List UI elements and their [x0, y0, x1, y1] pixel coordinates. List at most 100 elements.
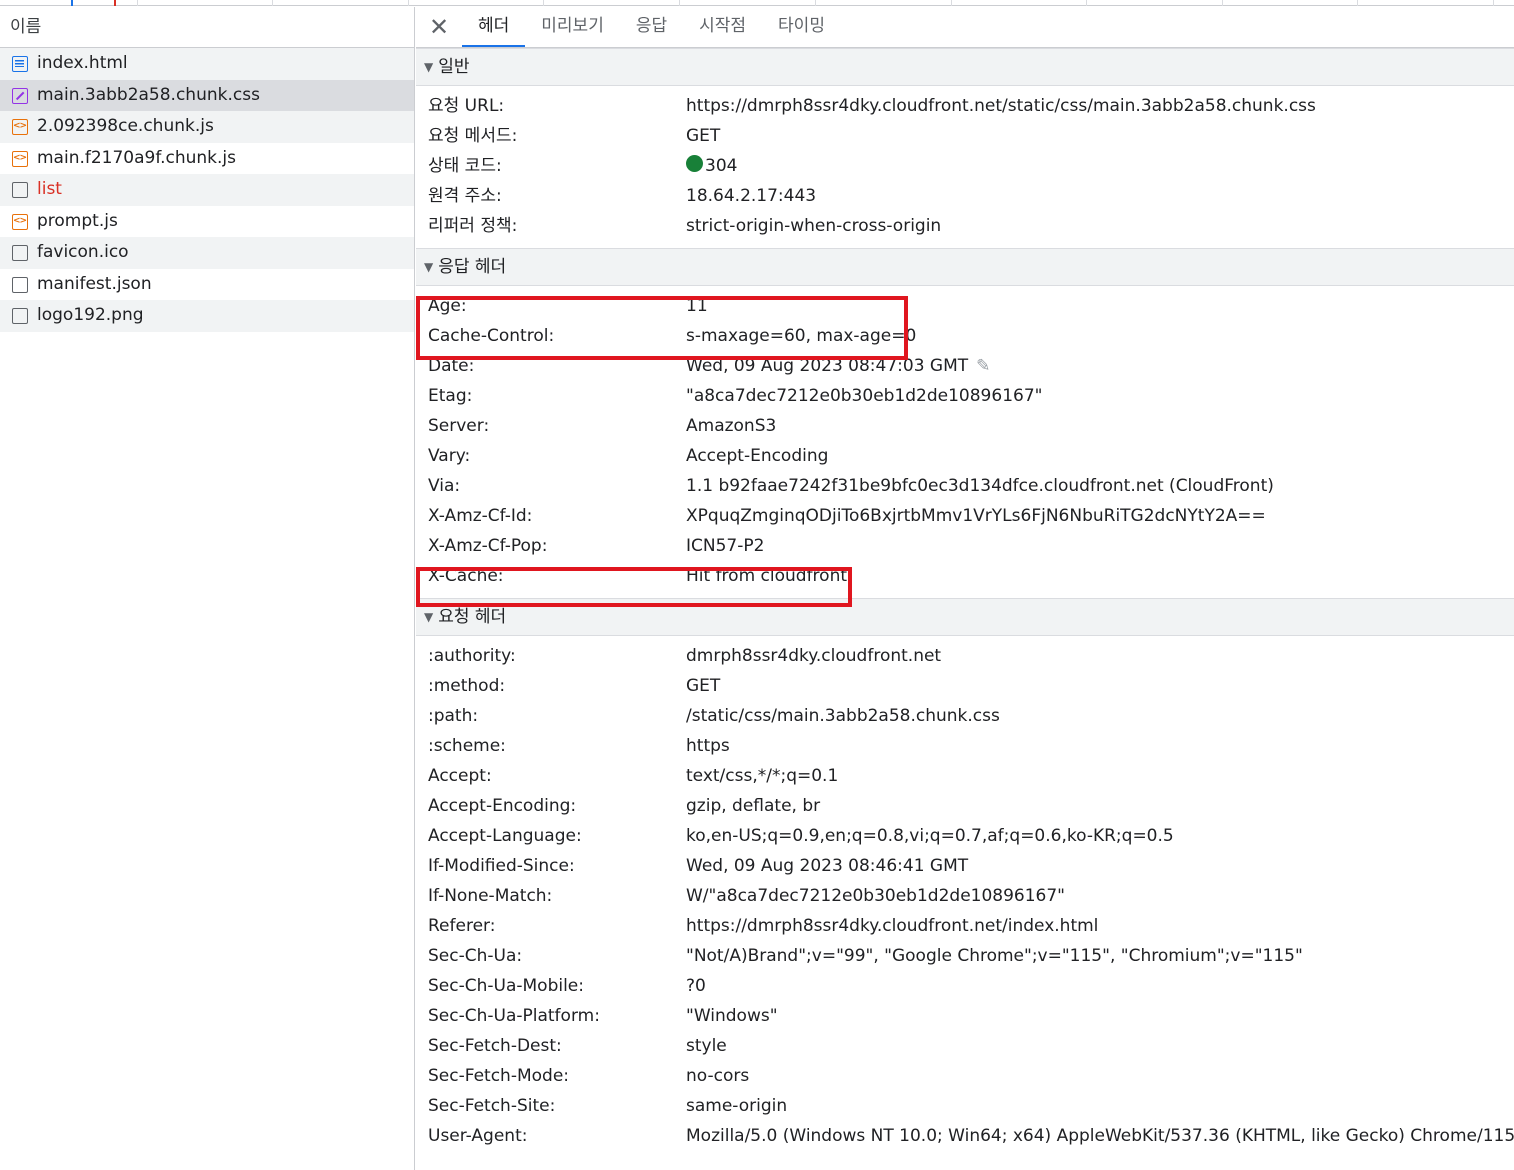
request-row[interactable]: prompt.js — [0, 206, 414, 238]
header-row: Sec-Fetch-Mode: no-cors — [416, 1061, 1514, 1091]
tab-preview[interactable]: 미리보기 — [525, 7, 620, 47]
request-name: main.3abb2a58.chunk.css — [37, 84, 260, 105]
header-value[interactable]: GET — [686, 671, 720, 701]
tab-response[interactable]: 응답 — [620, 7, 683, 47]
header-value-text: GET — [686, 676, 721, 696]
header-value[interactable]: https — [686, 731, 730, 761]
request-row[interactable]: logo192.png — [0, 300, 414, 332]
name-column-header[interactable]: 이름 — [0, 7, 414, 48]
header-name: :method: — [428, 676, 506, 696]
dom-content-loaded-marker — [71, 0, 73, 6]
file-icon — [12, 245, 28, 261]
timeline-tick — [1493, 0, 1494, 6]
file-icon — [12, 308, 28, 324]
header-name: Sec-Fetch-Mode: — [428, 1066, 570, 1086]
timeline-tick — [1357, 0, 1358, 6]
header-name: Sec-Fetch-Dest: — [428, 1036, 562, 1056]
header-value-text: Mozilla/5.0 (Windows NT 10.0; Win64; x64… — [686, 1126, 1514, 1146]
header-value[interactable]: 18.64.2.17:443 — [686, 181, 816, 211]
header-row: 상태 코드: 304 — [416, 151, 1514, 181]
header-name: Sec-Ch-Ua-Platform: — [428, 1006, 600, 1026]
header-value-text: "Not/A)Brand";v="99", "Google Chrome";v=… — [686, 946, 1303, 966]
header-value[interactable]: "Not/A)Brand";v="99", "Google Chrome";v=… — [686, 941, 1303, 971]
request-row[interactable]: 2.092398ce.chunk.js — [0, 111, 414, 143]
header-value[interactable]: style — [686, 1031, 727, 1061]
close-icon[interactable]: ✕ — [416, 7, 462, 47]
header-value-text: dmrph8ssr4dky.cloudfront.net — [686, 646, 942, 666]
header-value[interactable]: strict-origin-when-cross-origin — [686, 211, 941, 241]
header-value[interactable]: Wed, 09 Aug 2023 08:46:41 GMT — [686, 851, 968, 881]
header-value[interactable]: GET — [686, 121, 720, 151]
header-row: 리퍼러 정책: strict-origin-when-cross-origin — [416, 211, 1514, 241]
request-row[interactable]: main.f2170a9f.chunk.js — [0, 143, 414, 175]
request-name: main.f2170a9f.chunk.js — [37, 147, 237, 168]
triangle-down-icon: ▼ — [424, 260, 434, 274]
timeline-overview[interactable] — [0, 0, 1514, 6]
header-value-text: ?0 — [686, 976, 706, 996]
header-value[interactable]: ko,en-US;q=0.9,en;q=0.8,vi;q=0.7,af;q=0.… — [686, 821, 1174, 851]
header-value[interactable]: same-origin — [686, 1091, 787, 1121]
header-value[interactable]: AmazonS3 — [686, 411, 776, 441]
header-name: Accept-Encoding: — [428, 796, 577, 816]
highlight-box-x-cache — [416, 567, 852, 607]
script-icon — [12, 206, 28, 237]
header-value-text: GET — [686, 126, 721, 146]
header-value[interactable]: dmrph8ssr4dky.cloudfront.net — [686, 641, 941, 671]
header-name: Sec-Ch-Ua: — [428, 946, 523, 966]
header-value[interactable]: "a8ca7dec7212e0b30eb1d2de10896167" — [686, 381, 1042, 411]
header-row: Sec-Fetch-Site: same-origin — [416, 1091, 1514, 1121]
request-row[interactable]: manifest.json — [0, 269, 414, 301]
header-name: Accept-Language: — [428, 826, 582, 846]
header-value[interactable]: Mozilla/5.0 (Windows NT 10.0; Win64; x64… — [686, 1121, 1514, 1151]
header-name: Referer: — [428, 916, 496, 936]
header-value[interactable]: 1.1 b92faae7242f31be9bfc0ec3d134dfce.clo… — [686, 471, 1274, 501]
header-value-text: ICN57-P2 — [686, 536, 765, 556]
header-row: Vary: Accept-Encoding — [416, 441, 1514, 471]
tab-initiator[interactable]: 시작점 — [683, 7, 762, 47]
header-value[interactable]: text/css,*/*;q=0.1 — [686, 761, 838, 791]
request-name: 2.092398ce.chunk.js — [37, 116, 214, 136]
header-value[interactable]: W/"a8ca7dec7212e0b30eb1d2de10896167" — [686, 881, 1065, 911]
request-row[interactable]: favicon.ico — [0, 237, 414, 269]
general-section: 요청 URL: https://dmrph8ssr4dky.cloudfront.… — [416, 86, 1514, 248]
pencil-icon[interactable]: ✎ — [976, 351, 990, 381]
header-row: 요청 메서드: GET — [416, 121, 1514, 151]
response-headers-section-header[interactable]: ▼ 응답 헤더 — [416, 248, 1514, 286]
header-value[interactable]: Accept-Encoding — [686, 441, 828, 471]
request-row[interactable]: list — [0, 174, 414, 206]
header-value[interactable]: XPquqZmginqODjiTo6BxjrtbMmv1VrYLs6FjN6Nb… — [686, 501, 1266, 531]
header-row: X-Amz-Cf-Pop: ICN57-P2 — [416, 531, 1514, 561]
general-section-header[interactable]: ▼ 일반 — [416, 48, 1514, 86]
header-value[interactable]: https://dmrph8ssr4dky.cloudfront.net/ind… — [686, 911, 1098, 941]
load-marker — [114, 0, 116, 6]
request-list: index.html main.3abb2a58.chunk.css 2.09239… — [0, 48, 414, 332]
header-row: Accept-Language: ko,en-US;q=0.9,en;q=0.8,… — [416, 821, 1514, 851]
header-value[interactable]: "Windows" — [686, 1001, 778, 1031]
header-value[interactable]: 304 — [686, 151, 737, 181]
header-value[interactable]: https://dmrph8ssr4dky.cloudfront.net/sta… — [686, 91, 1316, 121]
header-value[interactable]: no-cors — [686, 1061, 749, 1091]
tab-headers[interactable]: 헤더 — [462, 7, 526, 47]
header-name: If-None-Match: — [428, 886, 553, 906]
header-value[interactable]: gzip, deflate, br — [686, 791, 820, 821]
header-value-text: AmazonS3 — [686, 416, 777, 436]
request-row[interactable]: main.3abb2a58.chunk.css — [0, 79, 414, 111]
header-value[interactable]: ICN57-P2 — [686, 531, 764, 561]
header-row: Accept: text/css,*/*;q=0.1 — [416, 761, 1514, 791]
header-value-text: https://dmrph8ssr4dky.cloudfront.net/sta… — [686, 96, 1316, 116]
timeline-tick — [272, 0, 273, 6]
header-value[interactable]: /static/css/main.3abb2a58.chunk.css — [686, 701, 1000, 731]
request-name: favicon.ico — [37, 242, 129, 262]
header-value-text: XPquqZmginqODjiTo6BxjrtbMmv1VrYLs6FjN6Nb… — [686, 506, 1266, 526]
header-value-text: W/"a8ca7dec7212e0b30eb1d2de10896167" — [686, 886, 1065, 906]
header-name: Sec-Fetch-Site: — [428, 1096, 556, 1116]
timeline-tick — [679, 0, 680, 6]
tab-timing[interactable]: 타이밍 — [762, 7, 841, 47]
header-value[interactable]: ?0 — [686, 971, 706, 1001]
header-name: Accept: — [428, 766, 492, 786]
header-row: User-Agent: Mozilla/5.0 (Windows NT 10.0;… — [416, 1121, 1514, 1151]
header-row: Via: 1.1 b92faae7242f31be9bfc0ec3d134dfce… — [416, 471, 1514, 501]
request-row[interactable]: index.html — [0, 48, 414, 80]
file-icon — [12, 182, 28, 198]
header-value-text: 1.1 b92faae7242f31be9bfc0ec3d134dfce.clo… — [686, 476, 1274, 496]
